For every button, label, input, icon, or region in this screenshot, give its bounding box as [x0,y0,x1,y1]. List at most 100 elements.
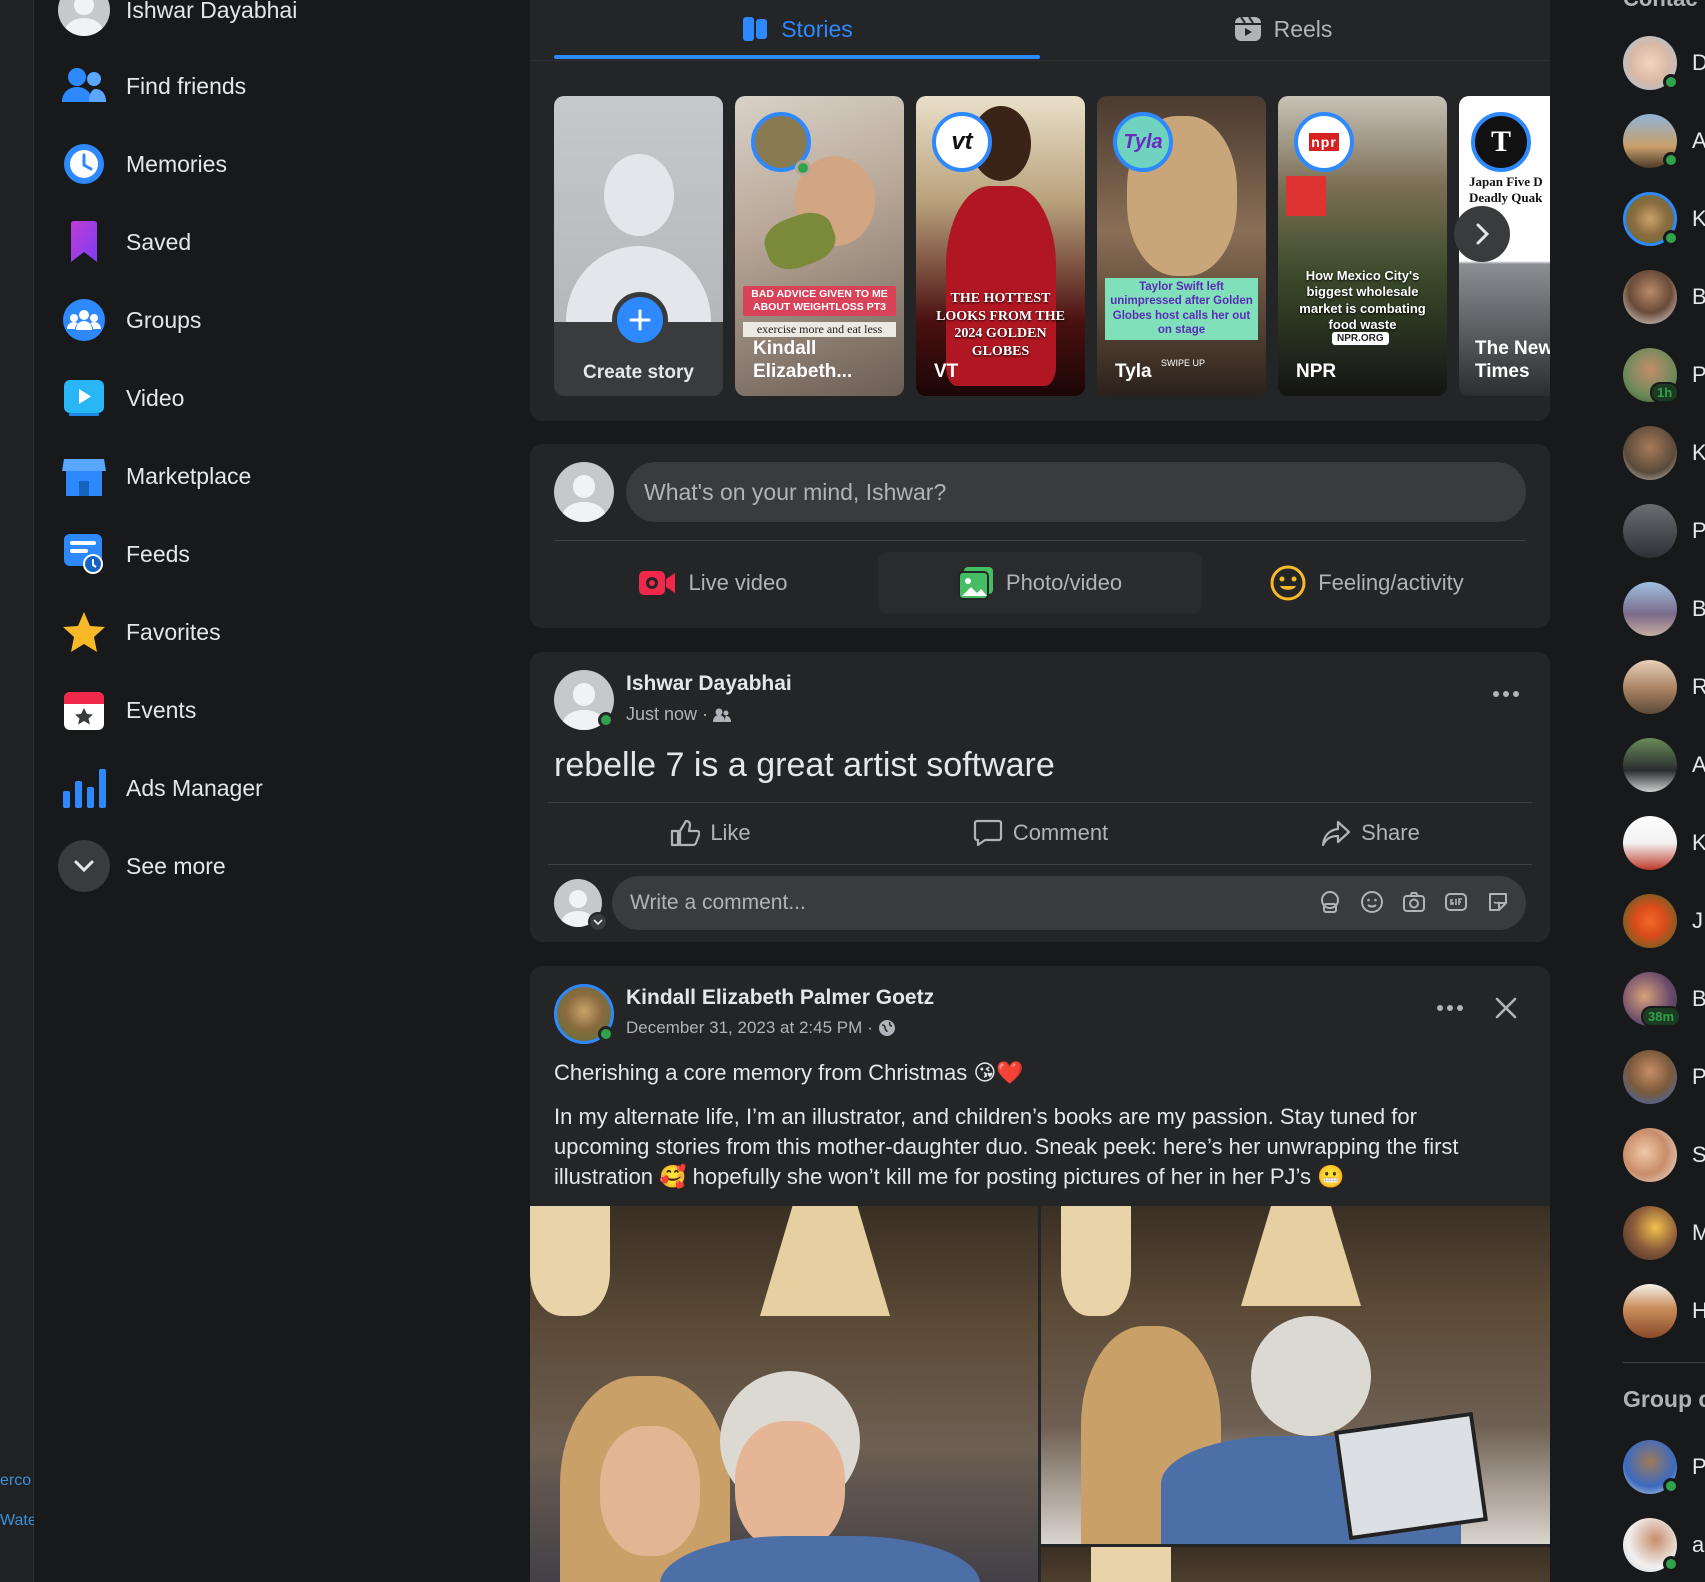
sidebar-item-label: See more [126,852,226,879]
contact-name[interactable]: D [1692,50,1705,76]
group-name[interactable]: a [1692,1532,1704,1558]
gif-icon[interactable] [1444,890,1468,914]
story-card[interactable]: Tyla Taylor Swift left unimpressed after… [1097,96,1266,396]
plus-icon[interactable] [612,292,668,348]
post-time[interactable]: Just now [626,704,697,725]
sidebar-item-find-friends[interactable]: Find friends [58,56,246,116]
post-composer: What's on your mind, Ishwar? Live video … [530,444,1550,628]
contact-avatar[interactable] [1623,504,1677,558]
contact-name[interactable]: M [1692,1220,1705,1246]
contact-name[interactable]: K [1692,830,1705,856]
profile-avatar [58,0,110,36]
contact-name[interactable]: A [1692,128,1705,154]
photo-lamp [1091,1547,1171,1582]
live-video-button[interactable]: Live video [554,552,872,614]
group-name[interactable]: P [1692,1454,1705,1480]
comment-button[interactable]: Comment [878,806,1203,860]
sidebar-item-groups[interactable]: Groups [58,290,201,350]
stories-next-button[interactable] [1454,206,1510,262]
more-options-icon[interactable] [1486,674,1526,714]
contact-name[interactable]: B [1692,596,1705,622]
photo-video-button[interactable]: Photo/video [878,552,1202,614]
sidebar-item-label: Video [126,384,185,411]
post-time[interactable]: December 31, 2023 at 2:45 PM [626,1018,862,1038]
create-story-card[interactable]: Create story [554,96,723,396]
contact-avatar[interactable] [1623,1284,1677,1338]
sidebar-item-see-more[interactable]: See more [58,836,226,896]
contact-name[interactable]: H [1692,1298,1705,1324]
post-photo[interactable] [1041,1547,1550,1582]
contact-name[interactable]: B [1692,284,1705,310]
tab-stories[interactable]: Stories [554,0,1040,58]
contact-name[interactable]: P [1692,362,1705,388]
like-button[interactable]: Like [548,806,873,860]
contact-name[interactable]: P [1692,1064,1705,1090]
feeds-icon [58,528,110,580]
post-photo[interactable] [1041,1206,1550,1544]
contact-avatar[interactable] [1623,816,1677,870]
contact-name[interactable]: J [1692,908,1703,934]
share-button[interactable]: Share [1208,806,1533,860]
composer-divider [554,540,1526,541]
tab-reels[interactable]: Reels [1040,0,1526,58]
contact-avatar[interactable] [1623,426,1677,480]
story-author-avatar: vt [932,112,992,172]
online-indicator [1663,230,1679,246]
bookmark-icon [58,216,110,268]
composer-input[interactable]: What's on your mind, Ishwar? [626,462,1526,522]
sidebar-item-saved[interactable]: Saved [58,212,191,272]
swipe-up-text: SWIPE UP [1161,358,1206,368]
emoji-icon[interactable] [1360,890,1384,914]
online-indicator [598,1026,614,1042]
feeling-activity-button[interactable]: Feeling/activity [1208,552,1526,614]
contact-avatar[interactable] [1623,582,1677,636]
sidebar-item-feeds[interactable]: Feeds [58,524,190,584]
contact-avatar[interactable] [1623,270,1677,324]
composer-avatar[interactable] [554,462,614,522]
story-card[interactable]: vt THE HOTTEST LOOKS FROM THE 2024 GOLDE… [916,96,1085,396]
post-author-name[interactable]: Ishwar Dayabhai [626,672,792,696]
story-card[interactable]: npr How Mexico City's biggest wholesale … [1278,96,1447,396]
sticker-icon[interactable] [1486,890,1510,914]
contact-avatar[interactable] [1623,894,1677,948]
left-sidebar: Ishwar Dayabhai Find friends Memories Sa… [34,0,504,1582]
contact-avatar[interactable] [1623,660,1677,714]
sidebar-item-favorites[interactable]: Favorites [58,602,221,662]
contact-avatar[interactable] [1623,1206,1677,1260]
sidebar-item-events[interactable]: Events [58,680,196,740]
sidebar-item-video[interactable]: Video [58,368,184,428]
avatar-sticker-icon[interactable] [1318,890,1342,914]
like-label: Like [710,820,751,845]
contact-avatar[interactable] [1623,1050,1677,1104]
sidebar-item-profile[interactable]: Ishwar Dayabhai [58,0,297,40]
contact-name[interactable]: B [1692,986,1705,1012]
camera-icon[interactable] [1402,890,1426,914]
sidebar-item-marketplace[interactable]: Marketplace [58,446,251,506]
contact-name[interactable]: K [1692,440,1705,466]
story-caption: Japan Five D Deadly Quak [1469,174,1543,205]
contact-name[interactable]: S [1692,1142,1705,1168]
create-story-label: Create story [583,362,694,383]
story-card[interactable]: BAD ADVICE GIVEN TO ME ABOUT WEIGHTLOSS … [735,96,904,396]
post-photo[interactable] [530,1206,1038,1582]
contact-name[interactable]: P [1692,518,1705,544]
sidebar-item-label: Marketplace [126,462,252,489]
sidebar-item-memories[interactable]: Memories [58,134,227,194]
close-icon[interactable] [1486,988,1526,1028]
post-text-line: Cherishing a core memory from Christmas … [554,1060,1024,1085]
story-caption: exercise more and eat less [743,322,896,337]
contact-name[interactable]: R [1692,674,1705,700]
photo-person-face [735,1421,845,1551]
contact-name[interactable]: K [1692,206,1705,232]
post-author-name[interactable]: Kindall Elizabeth Palmer Goetz [626,986,934,1010]
more-options-icon[interactable] [1430,988,1470,1028]
chevron-down-icon[interactable] [588,912,608,932]
contact-avatar[interactable] [1623,738,1677,792]
story-name: VT [934,361,959,383]
contact-avatar[interactable] [1623,1128,1677,1182]
contact-name[interactable]: A [1692,752,1705,778]
sidebar-item-label: Favorites [126,618,221,645]
sidebar-item-ads-manager[interactable]: Ads Manager [58,758,263,818]
photo-person-face [600,1426,700,1556]
sidebar-item-label: Events [126,696,197,723]
